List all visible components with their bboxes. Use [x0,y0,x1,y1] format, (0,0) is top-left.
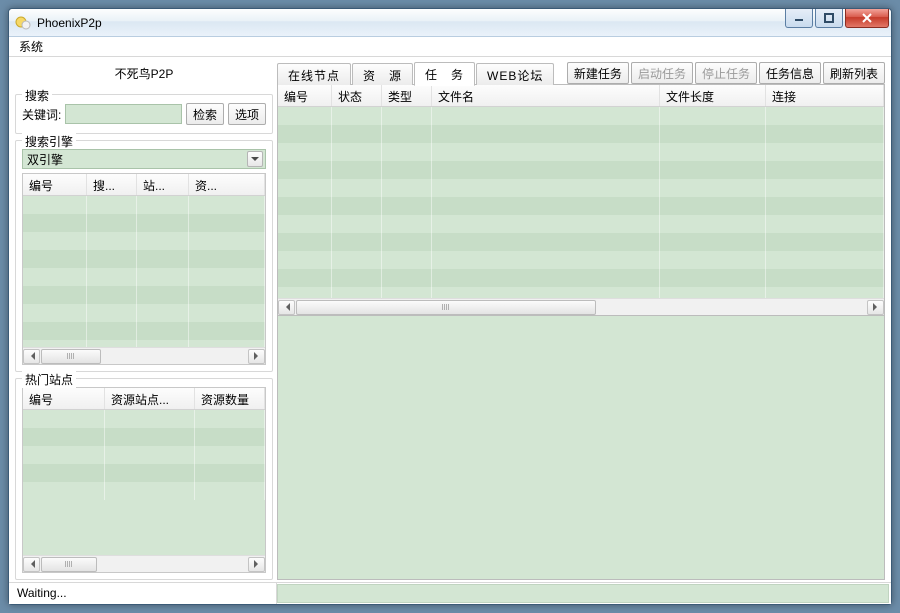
scroll-thumb[interactable] [41,557,97,572]
tab-web-forum[interactable]: WEB论坛 [476,63,554,85]
status-progress [277,584,889,603]
col-id[interactable]: 编号 [23,174,87,195]
options-button[interactable]: 选项 [228,103,266,125]
status-text: Waiting... [9,583,277,604]
start-task-button[interactable]: 启动任务 [631,62,693,84]
search-legend: 搜索 [22,87,52,104]
scroll-left-icon[interactable] [23,349,40,364]
scroll-right-icon[interactable] [248,349,265,364]
hot-col-id[interactable]: 编号 [23,388,105,409]
scroll-right-icon[interactable] [248,557,265,572]
tab-bar: 在线节点 资 源 任 务 WEB论坛 新建任务 启动任务 停止任务 任务信息 刷… [277,61,885,85]
left-panel: 不死鸟P2P 搜索 关键词: 检索 选项 搜索引擎 双引擎 [15,61,273,580]
task-toolbar: 新建任务 启动任务 停止任务 任务信息 刷新列表 [567,62,885,85]
task-col-conn[interactable]: 连接 [766,85,884,106]
dropdown-arrow-icon[interactable] [247,151,263,167]
keyword-label: 关键词: [22,106,61,123]
search-grid-scroll[interactable] [23,347,265,364]
stop-task-button[interactable]: 停止任务 [695,62,757,84]
search-grid-body [23,196,265,347]
hot-col-site[interactable]: 资源站点... [105,388,195,409]
window-title: PhoenixP2p [37,16,102,30]
menu-system[interactable]: 系统 [15,37,47,56]
col-search[interactable]: 搜... [87,174,137,195]
status-bar: Waiting... [9,582,891,604]
new-task-button[interactable]: 新建任务 [567,62,629,84]
refresh-list-button[interactable]: 刷新列表 [823,62,885,84]
search-button[interactable]: 检索 [186,103,224,125]
col-site[interactable]: 站... [137,174,189,195]
task-grid-body [278,107,884,298]
maximize-button[interactable] [815,9,843,28]
scroll-thumb[interactable] [41,349,101,364]
task-col-filesize[interactable]: 文件长度 [660,85,766,106]
tab-resources[interactable]: 资 源 [352,63,413,85]
col-res[interactable]: 资... [189,174,265,195]
task-col-type[interactable]: 类型 [382,85,432,106]
task-detail-panel [277,316,885,580]
hot-legend: 热门站点 [22,371,76,388]
client-area: 不死鸟P2P 搜索 关键词: 检索 选项 搜索引擎 双引擎 [9,57,891,582]
task-grid[interactable]: 编号 状态 类型 文件名 文件长度 连接 [278,85,884,315]
close-button[interactable] [845,9,889,28]
task-info-button[interactable]: 任务信息 [759,62,821,84]
hot-group: 热门站点 编号 资源站点... 资源数量 [15,378,273,580]
tab-tasks[interactable]: 任 务 [414,62,475,86]
engine-group: 搜索引擎 双引擎 编号 搜... 站... 资... [15,140,273,372]
app-window: PhoenixP2p 系统 不死鸟P2P 搜索 关键词: 检索 选项 [8,8,892,605]
scroll-left-icon[interactable] [278,300,295,315]
titlebar[interactable]: PhoenixP2p [9,9,891,37]
hot-sites-grid[interactable]: 编号 资源站点... 资源数量 [22,387,266,573]
task-col-id[interactable]: 编号 [278,85,332,106]
task-grid-wrap: 编号 状态 类型 文件名 文件长度 连接 [277,84,885,316]
engine-value: 双引擎 [27,151,63,168]
search-results-grid[interactable]: 编号 搜... 站... 资... [22,173,266,365]
hot-grid-body [23,410,265,555]
engine-select[interactable]: 双引擎 [22,149,266,169]
task-col-filename[interactable]: 文件名 [432,85,660,106]
hot-col-count[interactable]: 资源数量 [195,388,265,409]
scroll-left-icon[interactable] [23,557,40,572]
scroll-right-icon[interactable] [867,300,884,315]
task-grid-scroll[interactable] [278,298,884,315]
tab-online-nodes[interactable]: 在线节点 [277,63,351,85]
scroll-thumb[interactable] [296,300,596,315]
brand-label: 不死鸟P2P [15,61,273,88]
hot-grid-scroll[interactable] [23,555,265,572]
menu-bar: 系统 [9,37,891,57]
keyword-input[interactable] [65,104,182,124]
minimize-button[interactable] [785,9,813,28]
task-col-status[interactable]: 状态 [332,85,382,106]
app-icon [15,15,31,31]
engine-legend: 搜索引擎 [22,133,76,150]
search-group: 搜索 关键词: 检索 选项 [15,94,273,134]
right-panel: 在线节点 资 源 任 务 WEB论坛 新建任务 启动任务 停止任务 任务信息 刷… [277,61,885,580]
